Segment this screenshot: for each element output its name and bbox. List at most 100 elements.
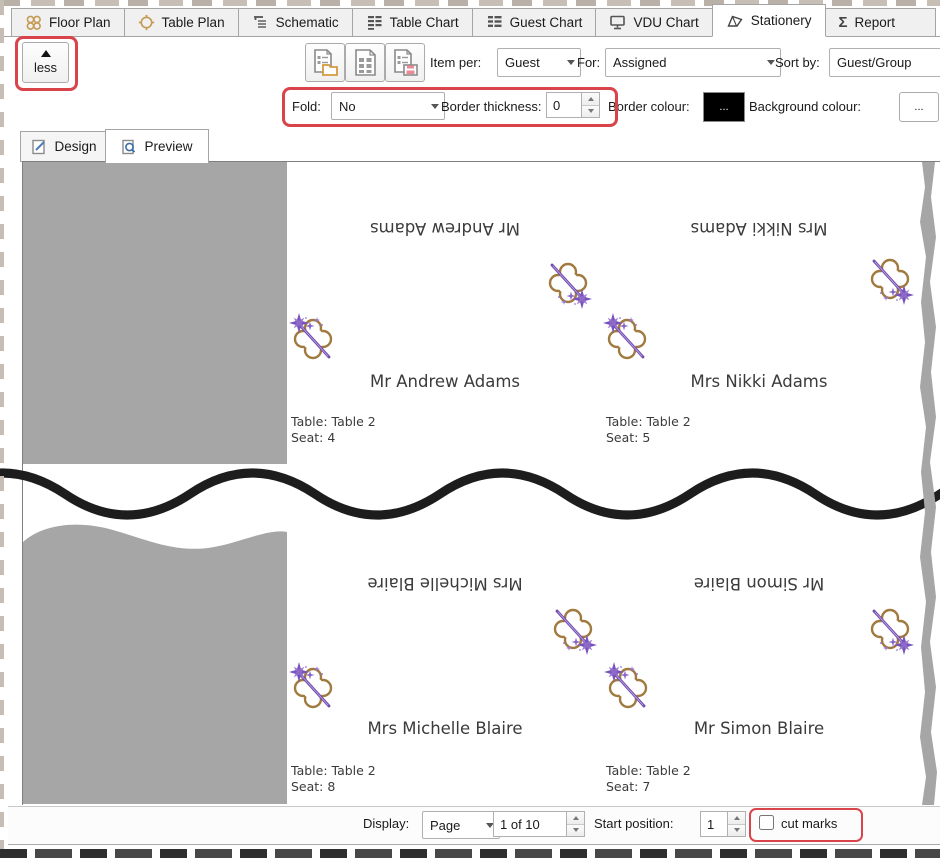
start-position-spinner[interactable]: 1 (700, 811, 746, 837)
tab-schematic[interactable]: Schematic (237, 8, 353, 37)
tab-label: Stationery (750, 13, 812, 28)
place-card-name: Mrs Nikki Adams (690, 372, 828, 391)
spinner-buttons[interactable] (567, 811, 585, 837)
place-card-seat: Seat: 7 (606, 779, 651, 794)
place-card-name-flipped: Mr Simon Blaire (693, 574, 825, 593)
spin-down-button[interactable] (567, 823, 584, 836)
tab-floor-plan[interactable]: Floor Plan (11, 8, 125, 37)
page-number-value[interactable]: 1 of 10 (493, 811, 567, 837)
duplicate-pages-button[interactable] (345, 43, 385, 82)
cut-marks-checkbox[interactable] (759, 815, 774, 830)
background-colour-button[interactable]: ... (899, 92, 939, 122)
border-thickness-value[interactable]: 0 (546, 92, 582, 118)
tab-label: Schematic (275, 15, 339, 30)
save-design-button[interactable] (385, 43, 425, 82)
border-thickness-label: Border thickness: (441, 99, 542, 114)
open-design-icon (313, 49, 338, 76)
tab-label: Guest Chart (509, 15, 583, 30)
open-design-button[interactable] (305, 43, 345, 82)
border-colour-dots: ... (719, 101, 729, 113)
spin-down-icon (733, 828, 740, 833)
vdu-chart-icon (610, 15, 626, 30)
display-label: Display: (363, 816, 410, 831)
for-dropdown[interactable]: Assigned (605, 48, 781, 77)
torn-edge-bottom (0, 849, 940, 858)
dropdown-arrow-icon (767, 60, 775, 65)
page-margin-area (23, 162, 287, 464)
background-colour-dots: ... (914, 101, 924, 113)
spin-down-icon (587, 109, 594, 114)
for-label: For: (577, 55, 601, 70)
place-card-table: Table: Table 2 (291, 763, 376, 778)
wand-flower-ornament (603, 313, 647, 360)
spinner-buttons[interactable] (728, 811, 746, 837)
dropdown-arrow-icon (431, 103, 439, 109)
spin-up-icon (572, 815, 579, 820)
tab-preview[interactable]: Preview (105, 129, 209, 163)
collapse-icon (40, 50, 51, 57)
tab-table-plan[interactable]: Table Plan (123, 8, 239, 37)
main-tabbar: Floor Plan Table Plan Schematic Table Ch… (11, 4, 937, 37)
tab-stationery[interactable]: Stationery (711, 4, 826, 37)
sort-by-value: Guest/Group (837, 55, 912, 70)
wand-flower-ornament (548, 262, 592, 309)
dropdown-arrow-icon (567, 60, 575, 65)
start-position-value[interactable]: 1 (700, 811, 728, 837)
wand-flower-ornament (553, 608, 597, 655)
tab-report[interactable]: Σ Report (824, 8, 937, 37)
tab-label: Floor Plan (49, 15, 111, 30)
report-sigma-icon: Σ (838, 14, 848, 31)
spin-down-button[interactable] (582, 104, 599, 117)
stationery-icon (727, 15, 743, 27)
place-card-name: Mr Andrew Adams (369, 372, 521, 391)
spin-up-button[interactable] (567, 812, 584, 824)
place-card-name-flipped: Mrs Michelle Blaire (367, 574, 523, 593)
tab-label: Table Chart (389, 15, 459, 30)
border-colour-button[interactable]: ... (703, 92, 745, 122)
tab-design[interactable]: Design (20, 131, 108, 162)
schematic-icon (253, 16, 266, 28)
item-per-dropdown[interactable]: Guest (497, 48, 581, 77)
sort-by-label: Sort by: (775, 55, 820, 70)
item-per-value: Guest (505, 55, 540, 70)
tab-vdu-chart[interactable]: VDU Chart (595, 8, 713, 37)
place-card-table: Table: Table 2 (606, 763, 691, 778)
design-icon (32, 139, 46, 154)
page-margin-area (23, 549, 287, 804)
place-card-seat: Seat: 8 (291, 779, 336, 794)
place-card-seat: Seat: 4 (291, 430, 336, 445)
wand-flower-ornament (870, 258, 914, 305)
display-dropdown[interactable]: Page (422, 811, 500, 839)
place-card-table: Table: Table 2 (606, 414, 691, 429)
for-value: Assigned (613, 55, 667, 70)
page-number-spinner[interactable]: 1 of 10 (493, 811, 585, 837)
spin-up-icon (733, 815, 740, 820)
sort-by-dropdown[interactable]: Guest/Group (829, 48, 940, 77)
save-design-icon (393, 49, 418, 76)
page-margin-wave-top (23, 524, 287, 550)
table-chart-icon (367, 16, 382, 30)
item-per-label: Item per: (430, 55, 482, 70)
spin-up-button[interactable] (728, 812, 745, 824)
spin-up-button[interactable] (582, 93, 599, 105)
fold-dropdown[interactable]: No (331, 92, 445, 120)
wand-flower-ornament (604, 662, 648, 709)
start-position-label: Start position: (594, 816, 674, 831)
torn-edge-left (0, 0, 4, 861)
preview-icon (122, 139, 136, 154)
table-plan-icon (138, 14, 154, 31)
spin-down-button[interactable] (728, 823, 745, 836)
border-thickness-spinner[interactable]: 0 (546, 92, 600, 118)
cut-marks-label: cut marks (781, 816, 838, 831)
tab-guest-chart[interactable]: Guest Chart (471, 8, 597, 37)
place-card-name: Mr Simon Blaire (693, 719, 825, 738)
less-button[interactable]: less (22, 42, 69, 83)
fold-label: Fold: (292, 99, 321, 114)
spinner-buttons[interactable] (582, 92, 600, 118)
tab-label: VDU Chart (633, 15, 699, 30)
tab-table-chart[interactable]: Table Chart (351, 8, 473, 37)
tab-label: Report (854, 15, 896, 30)
place-card-name-flipped: Mr Andrew Adams (369, 219, 521, 238)
wand-flower-ornament (289, 662, 333, 709)
place-card-name: Mrs Michelle Blaire (367, 719, 523, 738)
